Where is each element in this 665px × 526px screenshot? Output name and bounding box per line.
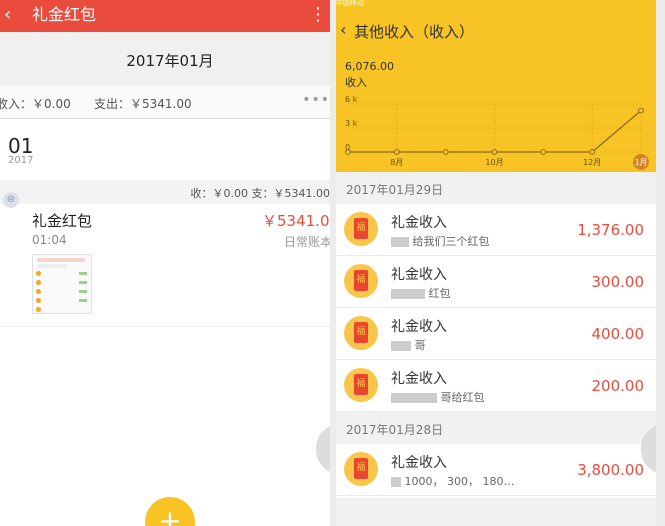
entry-time: 01:04 xyxy=(32,233,67,247)
left-screen: ‹ 礼金红包 ⋮ 2017年01月 收入：￥0.00 支出：￥5341.00 •… xyxy=(0,0,330,526)
chart-header: 中国移动 ‹ 其他收入（收入） 6,076.00 收入 6 k3 k 0 8月 10月… xyxy=(336,0,656,172)
month-selector[interactable]: 2017年01月 xyxy=(0,32,330,86)
right-screen: 中国移动 ‹ 其他收入（收入） 6,076.00 收入 6 k3 k 0 8月 10月… xyxy=(336,0,656,526)
row-title: 礼金收入 xyxy=(391,267,447,283)
row-note: 1000， 300， 180… xyxy=(391,473,514,489)
row-note: 红包 xyxy=(391,285,451,301)
entry-account: 日常账本 xyxy=(284,235,330,249)
page-title: 其他收入（收入） xyxy=(354,23,475,41)
category-icon: ⊜ xyxy=(3,192,19,208)
date-header: 2017年01月28日 xyxy=(336,412,656,444)
scroll-handle[interactable] xyxy=(316,424,330,474)
date-header: 2017年01月29日 xyxy=(336,172,656,204)
row-amount: 400.00 xyxy=(591,325,645,343)
month-label: 2017年01月 xyxy=(126,52,214,70)
row-amount: 200.00 xyxy=(591,377,645,395)
list-footer xyxy=(336,498,656,526)
row-title: 礼金收入 xyxy=(391,371,447,387)
income-total: 收入：￥0.00 xyxy=(0,97,71,111)
data-point xyxy=(589,149,596,155)
x-tick-label: 12月 xyxy=(583,158,601,167)
day-total: 收：￥0.00 支：￥5341.00 xyxy=(190,187,330,200)
day-summary-bar: 收：￥0.00 支：￥5341.00 xyxy=(0,180,330,204)
entry-title[interactable]: 礼金红包 xyxy=(32,210,92,231)
red-envelope-icon: 福 xyxy=(344,368,378,402)
chart-series-label: 收入 xyxy=(345,76,367,89)
data-point xyxy=(345,149,351,155)
x-tick-label: 8月 xyxy=(390,158,403,167)
data-point xyxy=(442,149,449,155)
red-envelope-icon: 福 xyxy=(344,264,378,298)
date-label: 2017年01月28日 xyxy=(346,423,444,437)
status-bar: 中国移动 xyxy=(336,0,364,7)
income-row[interactable]: 福 礼金收入 哥 400.00 xyxy=(336,308,656,360)
row-amount: 300.00 xyxy=(591,273,645,291)
y-tick-label: 6 k xyxy=(345,95,358,104)
month-summary: 收入：￥0.00 支出：￥5341.00 ••• xyxy=(0,86,330,119)
data-point xyxy=(540,149,547,155)
income-line-chart[interactable]: 6 k3 k08月 10月 12月 1月 xyxy=(336,90,656,172)
date-label: 2017年01月29日 xyxy=(346,183,444,197)
x-tick-label: 1月 xyxy=(634,158,647,167)
red-envelope-icon: 福 xyxy=(344,316,378,350)
more-dots-icon[interactable]: ••• xyxy=(302,92,330,108)
x-tick-label: 10月 xyxy=(485,158,503,167)
add-button[interactable]: + xyxy=(145,497,195,526)
income-row[interactable]: 福 礼金收入 给我们三个红包 1,376.00 xyxy=(336,204,656,256)
data-point xyxy=(393,149,400,155)
income-row[interactable]: 福 礼金收入 1000， 300， 180… 3,800.00 xyxy=(336,444,656,496)
income-row[interactable]: 福 礼金收入 哥给红包 200.00 xyxy=(336,360,656,412)
row-title: 礼金收入 xyxy=(391,319,447,335)
back-icon[interactable]: ‹ xyxy=(340,20,346,39)
row-title: 礼金收入 xyxy=(391,215,447,231)
income-row[interactable]: 福 礼金收入 红包 300.00 xyxy=(336,256,656,308)
page-title: 礼金红包 xyxy=(32,5,97,24)
y-tick-label: 3 k xyxy=(345,119,358,128)
entry-attachment-thumbnail[interactable] xyxy=(32,254,92,314)
more-menu-icon[interactable]: ⋮ xyxy=(309,4,327,26)
back-icon[interactable]: ‹ xyxy=(4,4,11,26)
divider xyxy=(0,326,330,327)
row-note: 哥 xyxy=(391,337,426,353)
entry-amount: ￥5341.00 xyxy=(262,212,330,230)
top-bar: ‹ 礼金红包 ⋮ xyxy=(0,0,330,32)
chart-total: 6,076.00 xyxy=(345,60,394,73)
red-envelope-icon: 福 xyxy=(344,212,378,246)
data-point xyxy=(491,149,498,155)
row-note: 给我们三个红包 xyxy=(391,233,490,249)
expense-total: 支出：￥5341.00 xyxy=(94,97,192,111)
red-envelope-icon: 福 xyxy=(344,452,378,486)
row-title: 礼金收入 xyxy=(391,455,447,471)
data-point xyxy=(638,107,644,114)
row-amount: 3,800.00 xyxy=(577,461,644,479)
day-year: 2017 xyxy=(8,155,34,166)
row-note: 哥给红包 xyxy=(391,389,485,405)
row-amount: 1,376.00 xyxy=(577,221,644,239)
